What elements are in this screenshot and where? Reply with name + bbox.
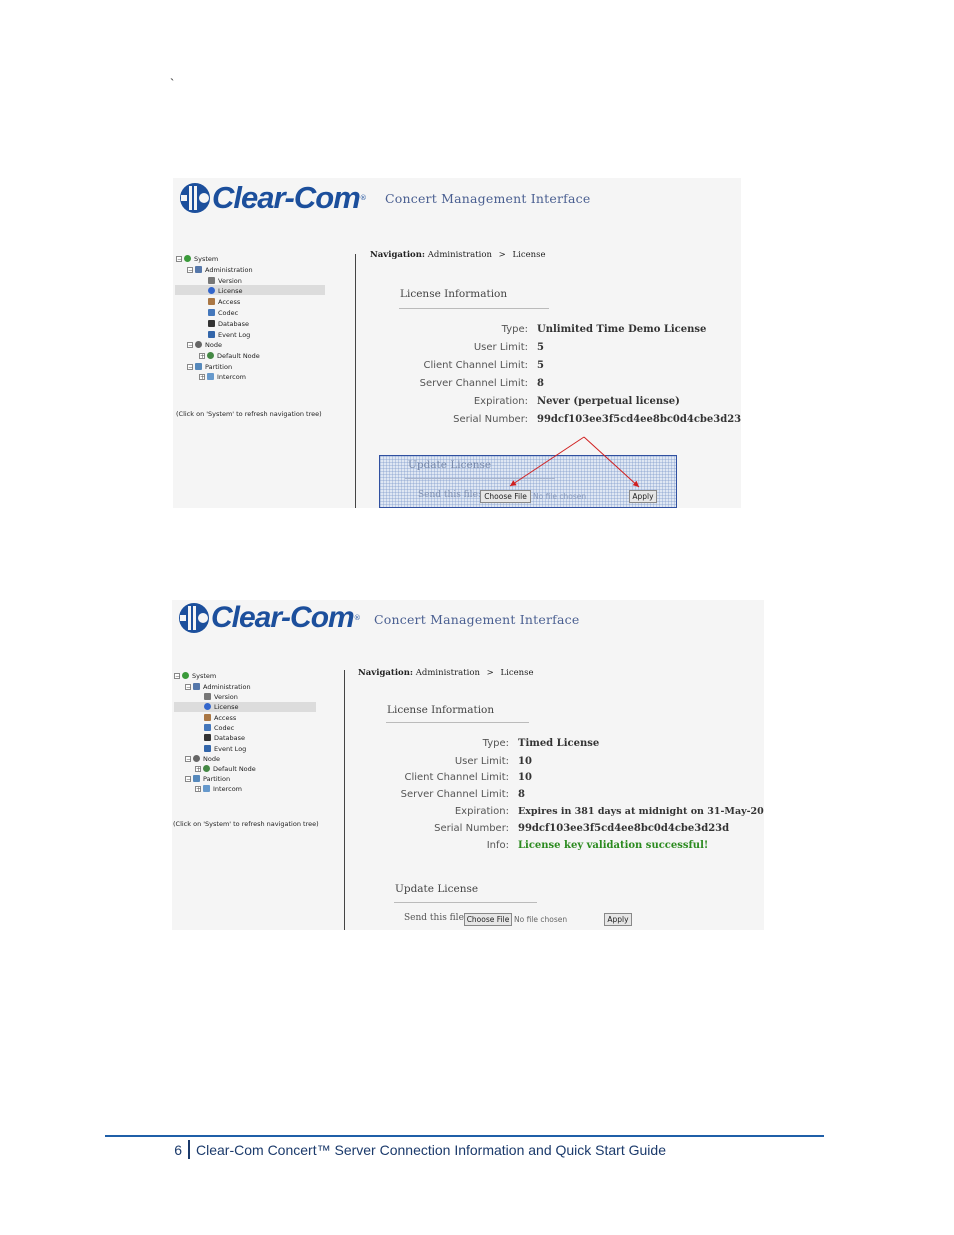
tree-label: Administration <box>203 682 251 691</box>
expand-icon[interactable]: + <box>195 765 201 772</box>
arrow-to-apply <box>583 436 640 488</box>
collapse-icon[interactable]: − <box>174 672 180 679</box>
section-rule <box>394 902 537 903</box>
field-user-limit: User Limit: 10 <box>359 756 532 767</box>
tree-node-license[interactable]: License <box>204 702 239 711</box>
database-icon <box>204 734 211 741</box>
collapse-icon[interactable]: − <box>185 683 191 690</box>
expand-icon[interactable]: + <box>195 785 201 792</box>
field-value: Expires in 381 days at midnight on 31-Ma… <box>518 806 764 817</box>
app-title: Concert Management Interface <box>374 612 580 627</box>
node-icon <box>203 765 210 772</box>
send-file-label: Send this file: <box>404 913 467 923</box>
choose-file-button[interactable]: Choose File <box>464 913 512 926</box>
codec-icon <box>204 724 211 731</box>
screenshot-license-timed: Clear-Com ® Concert Management Interface … <box>172 600 764 930</box>
admin-icon <box>193 683 200 690</box>
refresh-hint: (Click on 'System' to refresh navigation… <box>173 820 319 828</box>
section-title-license-info: License Information <box>387 704 495 716</box>
field-label: Info: <box>486 840 509 851</box>
field-server-channel-limit: Server Channel Limit: 8 <box>359 789 525 800</box>
breadcrumb-label: Navigation: <box>358 668 414 678</box>
collapse-icon[interactable]: − <box>185 755 191 762</box>
tree-label: Node <box>203 754 220 763</box>
tree-label: Partition <box>203 774 231 783</box>
partition-icon <box>193 775 200 782</box>
tree-node-version[interactable]: Version <box>204 692 238 701</box>
field-label: User Limit: <box>454 756 509 767</box>
field-label: Client Channel Limit: <box>404 772 509 783</box>
field-label: Type: <box>482 738 509 749</box>
tree-label: License <box>214 702 239 711</box>
tree-label: Codec <box>214 723 235 732</box>
tree-label: Access <box>214 713 237 722</box>
tree-node-access[interactable]: Access <box>204 713 236 722</box>
field-expiration: Expiration: Expires in 381 days at midnig… <box>359 806 764 817</box>
tree-node-partition[interactable]: − Partition <box>185 774 230 783</box>
validation-success-message: License key validation successful! <box>518 840 709 851</box>
tree-label: Default Node <box>213 764 256 773</box>
tree-label: Version <box>214 692 238 701</box>
section-title-update-license: Update License <box>395 883 479 895</box>
globe-icon <box>182 672 189 679</box>
stray-backtick: ` <box>170 76 175 91</box>
section-rule <box>386 722 529 723</box>
tree-node-administration[interactable]: − Administration <box>185 682 251 691</box>
tree-node-codec[interactable]: Codec <box>204 723 234 732</box>
breadcrumb-administration[interactable]: Administration <box>416 668 480 678</box>
field-label: Server Channel Limit: <box>400 789 509 800</box>
arrow-to-choose-file <box>509 436 585 487</box>
collapse-icon[interactable]: − <box>185 775 191 782</box>
screenshot-license-demo: Clear-Com ® Concert Management Interface … <box>173 178 741 508</box>
key-icon <box>204 703 211 710</box>
tree-label: Event Log <box>214 744 247 753</box>
field-value: Timed License <box>518 738 600 749</box>
document-icon <box>204 693 211 700</box>
no-file-chosen: No file chosen <box>514 915 568 924</box>
breadcrumb: Navigation: Administration > License <box>358 668 534 678</box>
breadcrumb-license: License <box>500 668 534 678</box>
tree-label: Intercom <box>213 784 242 793</box>
field-label: Expiration: <box>454 806 509 817</box>
tree-node-default-node[interactable]: + Default Node <box>195 764 256 773</box>
footer-rule <box>105 1135 824 1137</box>
page-footer: 6 Clear-Com Concert™ Server Connection I… <box>105 1140 666 1159</box>
tree-selection-highlight <box>174 702 316 712</box>
apply-button[interactable]: Apply <box>604 913 632 926</box>
intercom-icon <box>203 785 210 792</box>
panel-divider <box>344 670 345 930</box>
tree-label: System <box>192 671 217 680</box>
node-icon <box>193 755 200 762</box>
field-type: Type: Timed License <box>359 738 600 749</box>
field-value: 99dcf103ee3f5cd4ee8bc0d4cbe3d23d <box>518 823 730 834</box>
tree-node-system[interactable]: − System <box>174 671 216 680</box>
footer-title: Clear-Com Concert™ Server Connection Inf… <box>196 1141 666 1158</box>
field-client-channel-limit: Client Channel Limit: 10 <box>359 772 532 783</box>
field-info: Info: License key validation successful! <box>359 840 709 851</box>
tree-node-database[interactable]: Database <box>204 733 245 742</box>
tree-node-event-log[interactable]: Event Log <box>204 744 246 753</box>
field-label: Serial Number: <box>434 823 509 834</box>
footer-separator <box>188 1140 190 1159</box>
navigation-tree: − System − Administration Version License … <box>172 600 352 850</box>
field-serial-number: Serial Number: 99dcf103ee3f5cd4ee8bc0d4cb… <box>359 823 729 834</box>
users-icon <box>204 714 211 721</box>
tree-node-node[interactable]: − Node <box>185 754 220 763</box>
breadcrumb-separator: > <box>486 668 494 678</box>
event-log-icon <box>204 745 211 752</box>
tree-node-intercom[interactable]: + Intercom <box>195 784 242 793</box>
annotation-arrows <box>509 436 640 488</box>
field-value: 10 <box>518 756 532 767</box>
registered-mark: ® <box>353 614 361 622</box>
tree-label: Database <box>214 733 246 742</box>
field-value: 8 <box>518 789 525 800</box>
page-number: 6 <box>174 1141 182 1158</box>
field-value: 10 <box>518 772 532 783</box>
